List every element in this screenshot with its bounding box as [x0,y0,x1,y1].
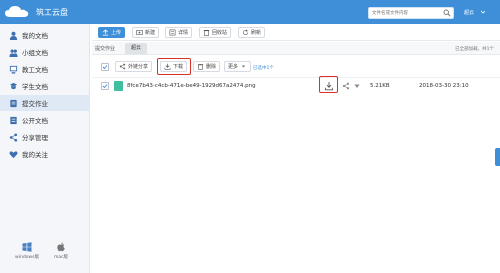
apple-icon [57,242,65,252]
user-name[interactable]: 超云 [464,9,474,16]
external-share-label: 外链分享 [128,64,149,70]
side-panel-toggle[interactable] [495,148,500,166]
sidebar-item-label: 我的关注 [22,151,48,159]
sidebar-item-label: 小组文档 [22,49,48,57]
details-button[interactable]: 详情 [165,27,193,38]
submit-icon [10,99,17,107]
share-icon [119,63,126,70]
share-manage-icon [9,132,18,142]
group-icon [9,49,18,57]
loaded-count-text: 已全部加载，共1个 [455,47,494,52]
sidebar-item-label: 我的文档 [22,32,48,40]
sidebar-item-group-docs[interactable]: 小组文档 [0,44,90,60]
upload-icon [102,29,109,36]
sidebar: 我的文档 小组文档 教工文档 学生文档 提交作业 公开文档 分享管理 我的关注 … [0,24,90,273]
select-all-checkbox[interactable] [101,63,109,71]
sidebar-item-share-manage[interactable]: 分享管理 [0,129,90,145]
toolbar: 上传 新建 详情 回收站 刷新 [92,24,500,41]
windows-client-link[interactable]: windows版 [12,242,42,260]
breadcrumb: 提交作业 超云 已全部加载，共1个 [92,42,500,55]
search-box[interactable] [368,7,454,19]
chevron-down-icon[interactable] [354,84,360,89]
share-icon[interactable] [342,82,350,90]
recycle-bin-button[interactable]: 回收站 [199,27,232,38]
cloud-logo-icon [5,6,29,17]
file-name[interactable]: 8fce7b43-c4cb-471e-be49-1929d67a2474.png [127,83,256,89]
sidebar-item-label: 学生文档 [22,83,48,91]
breadcrumb-current[interactable]: 超云 [125,43,148,54]
sidebar-item-label: 分享管理 [22,134,48,142]
row-download-highlight [319,76,338,93]
sidebar-item-my-docs[interactable]: 我的文档 [0,27,90,43]
file-modified-date: 2018-03-30 23:10 [419,83,469,89]
image-file-icon [114,81,123,91]
mac-client-label: mac版 [53,255,69,260]
check-icon [102,84,108,89]
table-row[interactable]: 8fce7b43-c4cb-471e-be49-1929d67a2474.png… [92,76,500,94]
sidebar-item-teacher-docs[interactable]: 教工文档 [0,61,90,77]
row-checkbox[interactable] [101,82,109,90]
search-input[interactable] [369,8,441,18]
sidebar-item-student-docs[interactable]: 学生文档 [0,78,90,94]
chevron-down-icon [241,65,246,68]
mac-client-link[interactable]: mac版 [46,242,76,260]
more-label: 更多 [228,64,239,70]
recycle-bin-label: 回收站 [212,30,228,36]
selected-count-text: 已选中1个 [253,66,274,71]
trash-icon [197,64,204,70]
recycle-bin-icon [203,30,210,36]
heart-icon [9,150,18,158]
sidebar-item-my-follows[interactable]: 我的关注 [0,146,90,162]
student-icon [9,82,18,89]
sidebar-item-public-docs[interactable]: 公开文档 [0,112,90,128]
check-icon [102,65,108,70]
download-button-highlight [157,58,191,75]
delete-label: 删除 [206,64,217,70]
refresh-button[interactable]: 刷新 [238,27,266,38]
details-label: 详情 [178,30,189,36]
external-share-button[interactable]: 外链分享 [115,61,153,72]
sidebar-item-label: 教工文档 [22,66,48,74]
top-bar: 筑工云盘 超云 [0,0,500,24]
action-bar: 外链分享 下载 删除 更多 已选中1个 [92,56,500,78]
breadcrumb-root[interactable]: 提交作业 [95,45,115,52]
person-icon [9,31,18,40]
delete-button[interactable]: 删除 [193,61,221,72]
new-folder-icon [136,30,143,35]
chevron-down-icon[interactable] [480,9,486,15]
app-title: 筑工云盘 [36,8,68,17]
refresh-label: 刷新 [251,30,262,36]
new-label: 新建 [145,30,156,36]
new-button[interactable]: 新建 [132,27,160,38]
file-list-empty-area [92,94,500,273]
windows-client-label: windows版 [15,255,39,260]
sidebar-item-label: 公开文档 [22,117,48,125]
upload-button[interactable]: 上传 [98,27,126,38]
sidebar-item-submit-homework[interactable]: 提交作业 [0,95,90,111]
public-doc-icon [10,116,17,124]
search-icon[interactable] [443,9,451,17]
more-dropdown[interactable]: 更多 [224,61,252,72]
windows-icon [22,242,32,252]
refresh-icon [243,29,248,35]
details-icon [169,29,176,36]
upload-label: 上传 [111,30,122,36]
sidebar-item-label: 提交作业 [22,100,48,108]
file-size: 5.21KB [370,83,390,89]
teacher-icon [9,65,18,74]
